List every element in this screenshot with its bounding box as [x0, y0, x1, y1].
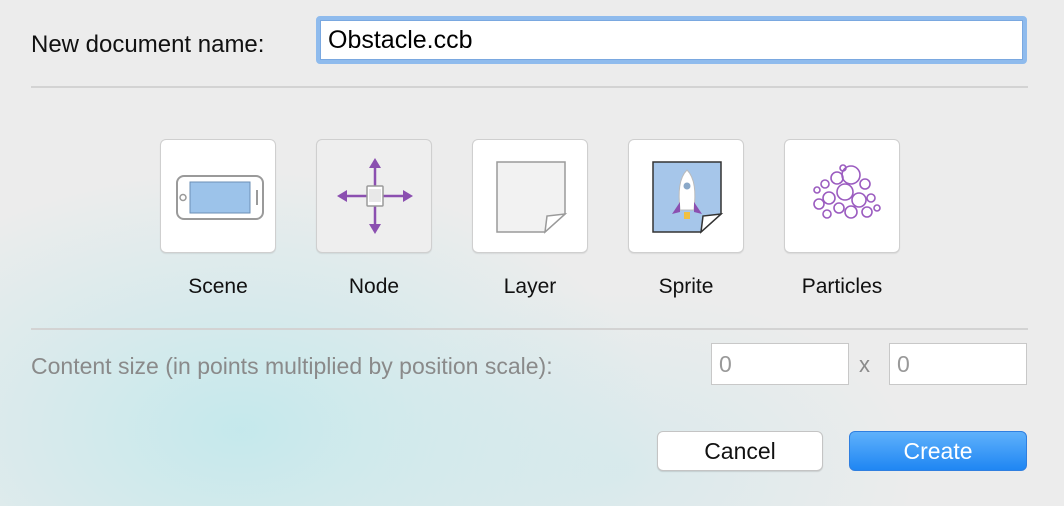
top-divider — [31, 86, 1028, 88]
node-icon — [337, 158, 413, 234]
node-tile[interactable] — [316, 139, 432, 253]
cancel-button[interactable]: Cancel — [657, 431, 823, 471]
create-button[interactable]: Create — [849, 431, 1027, 471]
layer-icon — [496, 161, 568, 234]
content-width-input[interactable] — [711, 343, 849, 385]
sprite-icon — [652, 161, 724, 234]
type-option-layer[interactable]: Layer — [471, 139, 589, 300]
content-height-input[interactable] — [889, 343, 1027, 385]
particles-label: Particles — [801, 275, 883, 298]
scene-tile[interactable] — [160, 139, 276, 253]
sprite-tile[interactable] — [628, 139, 744, 253]
middle-divider — [31, 328, 1028, 330]
node-label: Node — [348, 275, 400, 298]
type-option-scene[interactable]: Scene — [159, 139, 277, 300]
particles-tile[interactable] — [784, 139, 900, 253]
document-name-label: New document name: — [31, 31, 265, 58]
type-option-node[interactable]: Node — [315, 139, 433, 300]
scene-label: Scene — [188, 275, 248, 298]
type-option-particles[interactable]: Particles — [783, 139, 901, 300]
layer-tile[interactable] — [472, 139, 588, 253]
content-size-label: Content size (in points multiplied by po… — [31, 353, 553, 379]
particles-icon — [813, 164, 881, 219]
document-name-input[interactable] — [316, 16, 1027, 64]
type-option-sprite[interactable]: Sprite — [627, 139, 745, 300]
size-separator-label: x — [859, 352, 870, 377]
scene-icon — [176, 175, 264, 220]
layer-label: Layer — [503, 275, 557, 298]
sprite-label: Sprite — [658, 275, 714, 298]
